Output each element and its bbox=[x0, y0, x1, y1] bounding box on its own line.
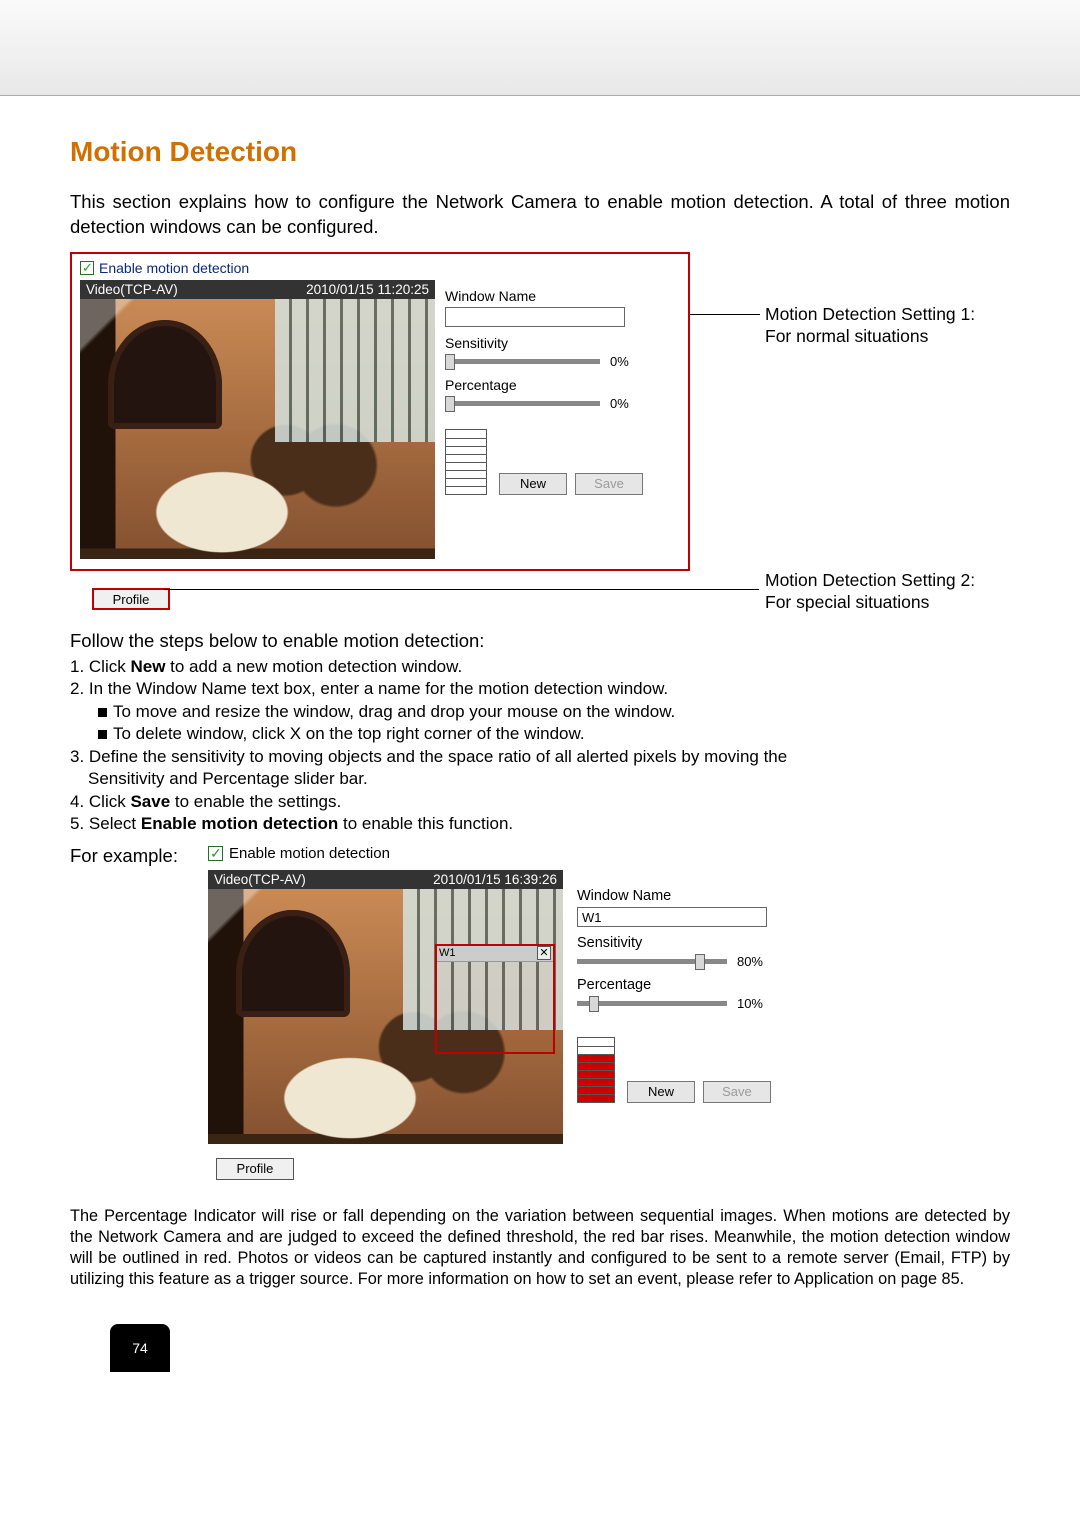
sensitivity-label: Sensitivity bbox=[445, 335, 660, 351]
video-preview-2: Video(TCP-AV) 2010/01/15 16:39:26 W1 ✕ bbox=[208, 870, 563, 1144]
enable-label-2: Enable motion detection bbox=[229, 845, 390, 862]
sensitivity-value-2: 80% bbox=[737, 954, 763, 969]
window-name-label: Window Name bbox=[445, 288, 660, 304]
video-image-2[interactable]: W1 ✕ bbox=[208, 889, 563, 1144]
intro-text: This section explains how to configure t… bbox=[70, 190, 1010, 240]
window-name-label-2: Window Name bbox=[577, 888, 807, 904]
detection-window[interactable]: W1 ✕ bbox=[435, 944, 555, 1054]
sensitivity-value: 0% bbox=[610, 354, 629, 369]
level-indicator-2 bbox=[577, 1037, 615, 1103]
percentage-slider-2[interactable] bbox=[577, 1001, 727, 1006]
new-button-2[interactable]: New bbox=[627, 1081, 695, 1103]
steps-list: 1. Click New to add a new motion detecti… bbox=[70, 656, 1010, 836]
window-name-input[interactable] bbox=[445, 307, 625, 327]
window-name-input-2[interactable] bbox=[577, 907, 767, 927]
close-icon[interactable]: ✕ bbox=[537, 946, 551, 960]
save-button-2[interactable]: Save bbox=[703, 1081, 771, 1103]
level-indicator bbox=[445, 429, 487, 495]
percentage-value-2: 10% bbox=[737, 996, 763, 1011]
detection-window-title: W1 bbox=[439, 946, 456, 961]
video-timestamp: 2010/01/15 11:20:25 bbox=[306, 282, 429, 297]
video-timestamp-2: 2010/01/15 16:39:26 bbox=[433, 872, 557, 887]
video-source: Video(TCP-AV) bbox=[86, 282, 178, 297]
motion-panel-1: Enable motion detection Video(TCP-AV) 20… bbox=[70, 252, 690, 571]
percentage-label-2: Percentage bbox=[577, 977, 807, 993]
follow-text: Follow the steps below to enable motion … bbox=[70, 630, 1010, 652]
sensitivity-slider-2[interactable] bbox=[577, 959, 727, 964]
enable-checkbox-2[interactable] bbox=[208, 846, 223, 861]
example-label: For example: bbox=[70, 845, 178, 867]
page-number: 74 bbox=[110, 1324, 170, 1372]
enable-label: Enable motion detection bbox=[99, 260, 249, 276]
video-image[interactable] bbox=[80, 299, 435, 559]
header-band bbox=[0, 0, 1080, 96]
video-source-2: Video(TCP-AV) bbox=[214, 872, 306, 887]
save-button[interactable]: Save bbox=[575, 473, 643, 495]
percentage-slider[interactable] bbox=[445, 401, 600, 406]
new-button[interactable]: New bbox=[499, 473, 567, 495]
profile-button[interactable]: Profile bbox=[92, 588, 170, 610]
percentage-value: 0% bbox=[610, 396, 629, 411]
percentage-label: Percentage bbox=[445, 377, 660, 393]
profile-button-2[interactable]: Profile bbox=[216, 1158, 294, 1180]
page-title: Motion Detection bbox=[70, 136, 1010, 168]
video-preview-1: Video(TCP-AV) 2010/01/15 11:20:25 bbox=[80, 280, 435, 559]
explanation-text: The Percentage Indicator will rise or fa… bbox=[70, 1206, 1010, 1289]
annotation-2: Motion Detection Setting 2: For special … bbox=[765, 570, 975, 614]
annotation-1: Motion Detection Setting 1: For normal s… bbox=[765, 304, 975, 348]
enable-checkbox[interactable] bbox=[80, 261, 94, 275]
sensitivity-slider[interactable] bbox=[445, 359, 600, 364]
sensitivity-label-2: Sensitivity bbox=[577, 935, 807, 951]
